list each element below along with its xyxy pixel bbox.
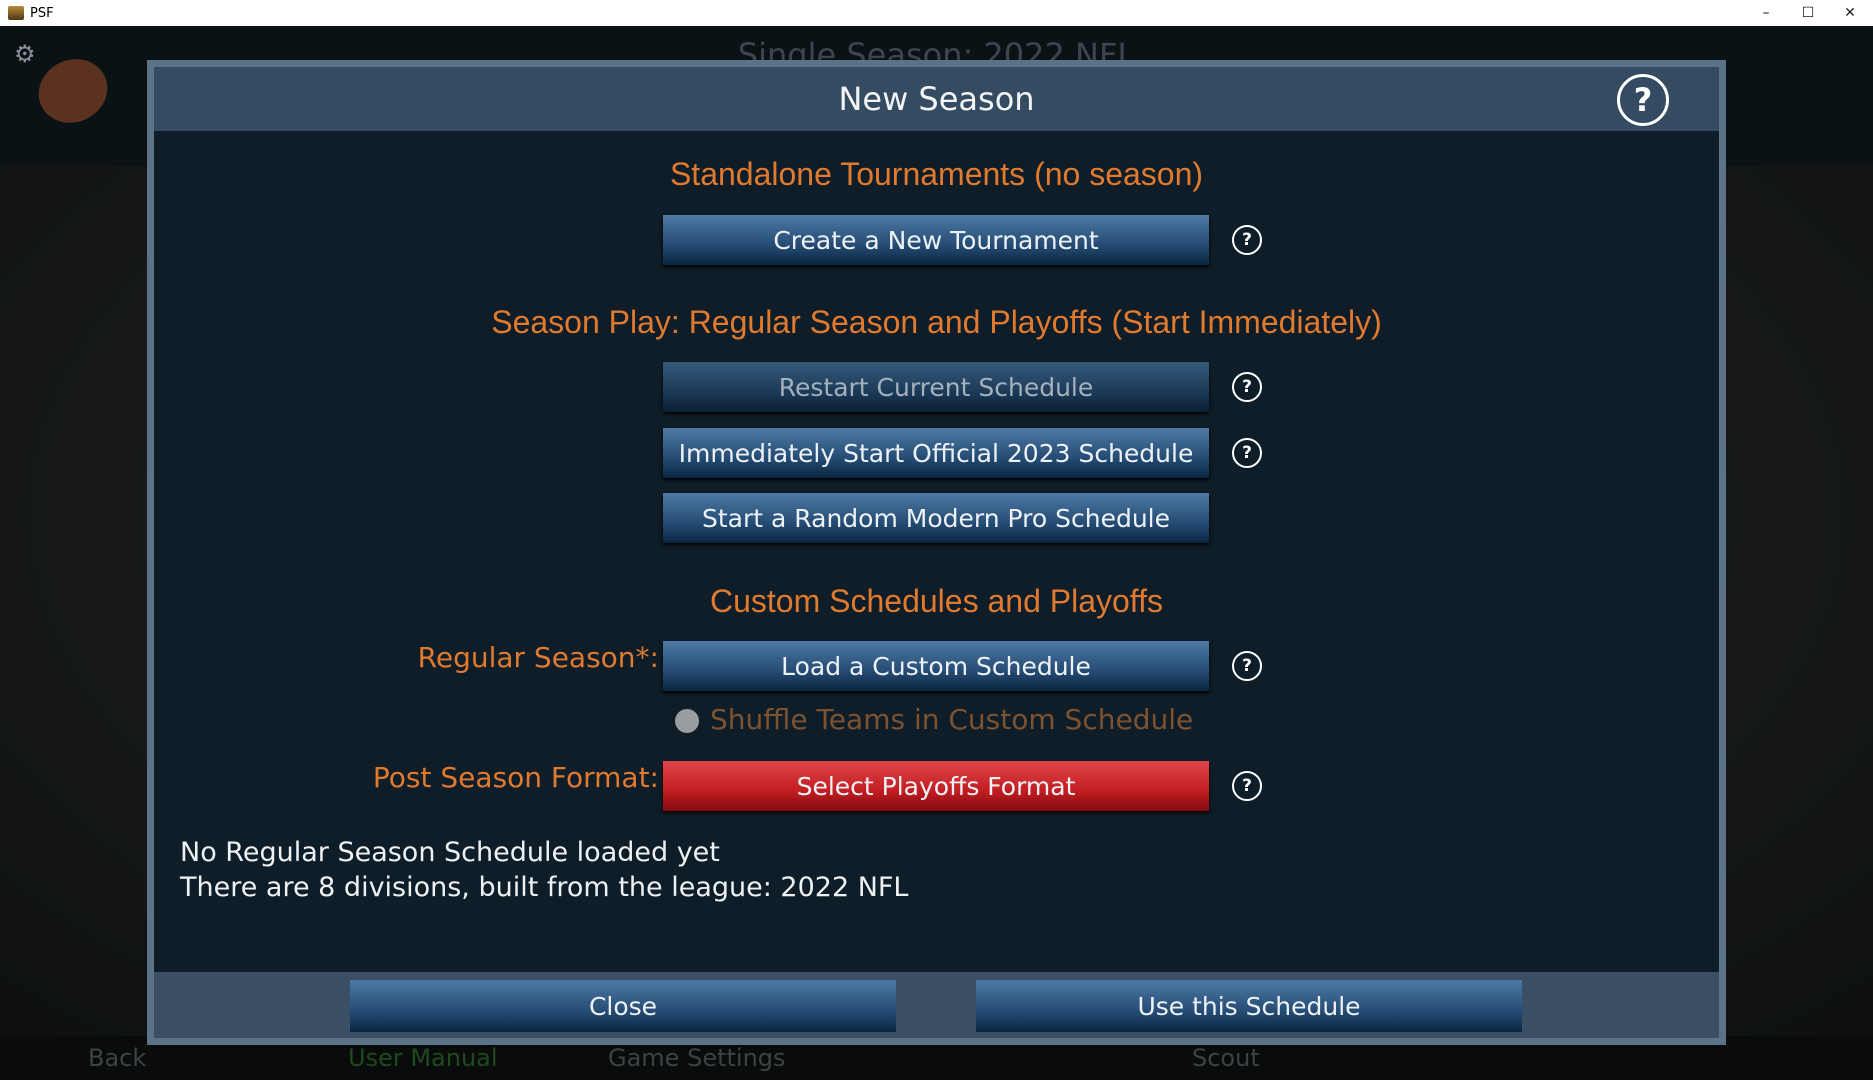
dialog-header: New Season ?: [154, 67, 1719, 131]
app-icon: [8, 6, 24, 20]
shuffle-teams-radio[interactable]: [675, 709, 699, 733]
help-icon[interactable]: ?: [1617, 74, 1669, 126]
nav-user-manual[interactable]: User Manual: [348, 1044, 498, 1072]
shuffle-teams-label: Shuffle Teams in Custom Schedule: [710, 703, 1194, 736]
maximize-button[interactable]: ☐: [1787, 0, 1829, 26]
nav-scout[interactable]: Scout: [1192, 1044, 1260, 1072]
help-icon[interactable]: ?: [1232, 372, 1262, 402]
close-button[interactable]: Close: [350, 980, 896, 1032]
help-icon[interactable]: ?: [1232, 771, 1262, 801]
use-schedule-button[interactable]: Use this Schedule: [976, 980, 1522, 1032]
dialog-footer: Close Use this Schedule: [154, 972, 1719, 1038]
dialog-title: New Season: [838, 80, 1035, 118]
nav-game-settings[interactable]: Game Settings: [608, 1044, 786, 1072]
status-divisions: There are 8 divisions, built from the le…: [180, 872, 909, 903]
random-schedule-button[interactable]: Start a Random Modern Pro Schedule: [663, 493, 1209, 543]
close-window-button[interactable]: ✕: [1829, 0, 1871, 26]
section-custom: Custom Schedules and Playoffs: [710, 583, 1163, 619]
window-titlebar: PSF – ☐ ✕: [0, 0, 1873, 26]
new-season-dialog: New Season ? Standalone Tournaments (no …: [147, 60, 1726, 1045]
help-icon[interactable]: ?: [1232, 438, 1262, 468]
regular-season-label: Regular Season*:: [417, 641, 659, 674]
window-title: PSF: [30, 5, 54, 21]
load-custom-schedule-button[interactable]: Load a Custom Schedule: [663, 641, 1209, 691]
section-season-play: Season Play: Regular Season and Playoffs…: [491, 304, 1382, 340]
create-tournament-button[interactable]: Create a New Tournament: [663, 215, 1209, 265]
help-icon[interactable]: ?: [1232, 225, 1262, 255]
official-schedule-button[interactable]: Immediately Start Official 2023 Schedule: [663, 428, 1209, 478]
section-standalone: Standalone Tournaments (no season): [669, 156, 1204, 192]
restart-schedule-button[interactable]: Restart Current Schedule: [663, 362, 1209, 412]
select-playoffs-button[interactable]: Select Playoffs Format: [663, 761, 1209, 811]
post-season-label: Post Season Format:: [372, 761, 659, 794]
help-icon[interactable]: ?: [1232, 651, 1262, 681]
nav-back[interactable]: Back: [88, 1044, 146, 1072]
minimize-button[interactable]: –: [1745, 0, 1787, 26]
status-schedule: No Regular Season Schedule loaded yet: [180, 837, 720, 868]
